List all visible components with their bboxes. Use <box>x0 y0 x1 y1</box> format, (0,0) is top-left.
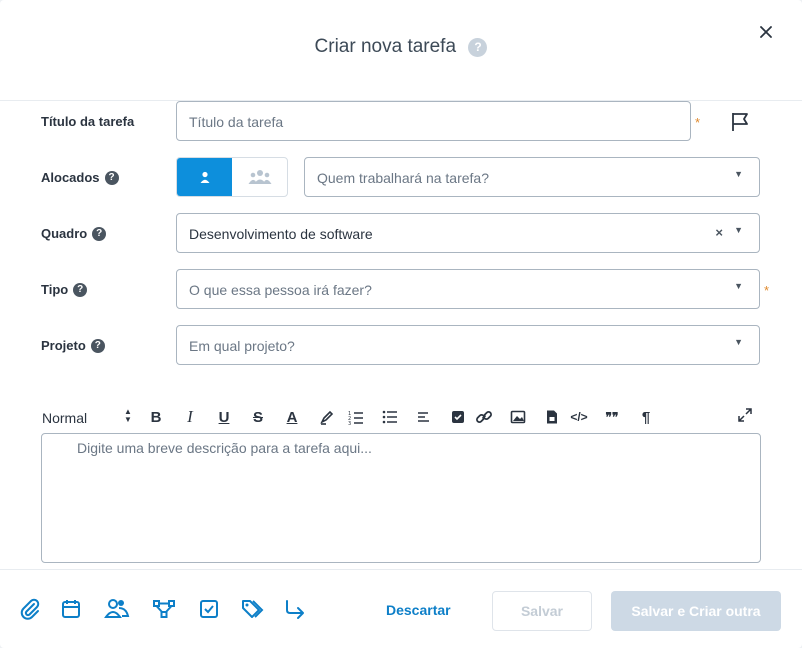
type-label-text: Tipo <box>41 282 69 297</box>
dialog-footer: Descartar Salvar Salvar e Criar outra <box>0 569 802 648</box>
code-icon[interactable]: </> <box>568 408 590 426</box>
file-icon[interactable] <box>543 408 561 426</box>
italic-icon[interactable]: I <box>181 407 199 426</box>
checkbox-icon[interactable] <box>197 597 221 621</box>
chevron-down-icon: ▼ <box>734 337 743 347</box>
board-value: Desenvolvimento de software <box>189 226 373 242</box>
help-icon[interactable]: ? <box>73 282 88 297</box>
underline-icon[interactable]: U <box>215 408 233 426</box>
users-icon[interactable] <box>104 597 130 621</box>
link-icon[interactable] <box>475 408 493 426</box>
bold-icon[interactable]: B <box>147 408 165 426</box>
task-title-placeholder: Título da tarefa <box>189 114 284 130</box>
description-editor[interactable]: Digite uma breve descrição para a tarefa… <box>41 433 761 563</box>
help-icon[interactable]: ? <box>90 338 105 353</box>
project-label: Projeto ? <box>41 338 105 353</box>
required-mark: * <box>764 283 770 298</box>
text-color-icon[interactable]: A <box>283 408 301 426</box>
task-title-input[interactable]: Título da tarefa <box>176 101 691 141</box>
dialog-title: Criar nova tarefa <box>314 36 457 57</box>
help-icon[interactable]: ? <box>92 226 107 241</box>
board-row: Quadro ? Desenvolvimento de software × ▼ <box>0 213 802 253</box>
assignees-label-text: Alocados <box>41 170 100 185</box>
board-select[interactable]: Desenvolvimento de software × ▼ <box>176 213 760 253</box>
assignees-placeholder: Quem trabalhará na tarefa? <box>317 170 489 186</box>
type-label: Tipo ? <box>41 282 88 297</box>
chevron-down-icon: ▼ <box>734 281 743 291</box>
user-icon <box>200 171 209 183</box>
move-icon[interactable] <box>283 597 307 621</box>
create-task-dialog: Criar nova tarefa ? Título da tarefa Tít… <box>0 0 802 648</box>
required-mark: * <box>695 115 701 130</box>
group-option[interactable] <box>232 158 287 196</box>
assignees-select[interactable]: Quem trabalhará na tarefa? ▼ <box>304 157 760 197</box>
board-label: Quadro ? <box>41 226 107 241</box>
project-label-text: Projeto <box>41 338 86 353</box>
tags-icon[interactable] <box>240 597 264 621</box>
single-user-option[interactable] <box>177 158 232 196</box>
task-title-row: Título da tarefa Título da tarefa * <box>0 101 802 141</box>
image-icon[interactable] <box>509 408 527 426</box>
align-left-icon[interactable] <box>415 408 433 426</box>
dependencies-icon[interactable] <box>152 597 176 621</box>
calendar-icon[interactable] <box>59 597 83 621</box>
project-row: Projeto ? Em qual projeto? ▼ <box>0 325 802 365</box>
type-select[interactable]: O que essa pessoa irá fazer? ▼ <box>176 269 760 309</box>
type-row: Tipo ? O que essa pessoa irá fazer? ▼ * <box>0 269 802 309</box>
attachment-icon[interactable] <box>18 597 42 621</box>
type-placeholder: O que essa pessoa irá fazer? <box>189 282 372 298</box>
project-placeholder: Em qual projeto? <box>189 338 295 354</box>
quote-icon[interactable]: ❞❞ <box>603 408 621 426</box>
checklist-icon[interactable] <box>449 408 467 426</box>
editor-toolbar: Normal ▲ ▼ B I U S A 123 </> ❞❞ ¶ <box>41 404 761 430</box>
help-icon[interactable]: ? <box>468 37 488 57</box>
help-icon[interactable]: ? <box>104 170 119 185</box>
assignee-mode-toggle <box>176 157 288 197</box>
dialog-header: Criar nova tarefa ? <box>0 0 802 101</box>
flag-icon[interactable] <box>729 110 753 134</box>
assignees-row: Alocados ? Quem trabalhará na tarefa? ▼ <box>0 157 802 197</box>
task-title-label: Título da tarefa <box>41 114 135 129</box>
paragraph-icon[interactable]: ¶ <box>637 408 655 426</box>
bullet-list-icon[interactable] <box>381 408 399 426</box>
description-placeholder: Digite uma breve descrição para a tarefa… <box>77 440 372 456</box>
strikethrough-icon[interactable]: S <box>249 408 267 426</box>
assignees-label: Alocados ? <box>41 170 119 185</box>
save-button[interactable]: Salvar <box>492 591 592 631</box>
ordered-list-icon[interactable]: 123 <box>347 408 365 426</box>
project-select[interactable]: Em qual projeto? ▼ <box>176 325 760 365</box>
svg-text:3: 3 <box>348 421 351 425</box>
discard-button[interactable]: Descartar <box>386 602 451 618</box>
close-icon[interactable] <box>756 22 776 42</box>
highlight-icon[interactable] <box>318 408 336 426</box>
dialog-title-wrap: Criar nova tarefa ? <box>0 36 802 58</box>
chevron-down-icon: ▼ <box>734 169 743 179</box>
format-select[interactable]: Normal <box>42 410 87 426</box>
format-chevron-icon: ▲ ▼ <box>124 407 132 424</box>
save-and-create-another-button[interactable]: Salvar e Criar outra <box>611 591 781 631</box>
group-icon <box>248 170 271 184</box>
chevron-down-icon: ▼ <box>734 225 743 235</box>
expand-icon[interactable] <box>736 406 754 424</box>
board-label-text: Quadro <box>41 226 88 241</box>
clear-icon[interactable]: × <box>715 225 723 240</box>
